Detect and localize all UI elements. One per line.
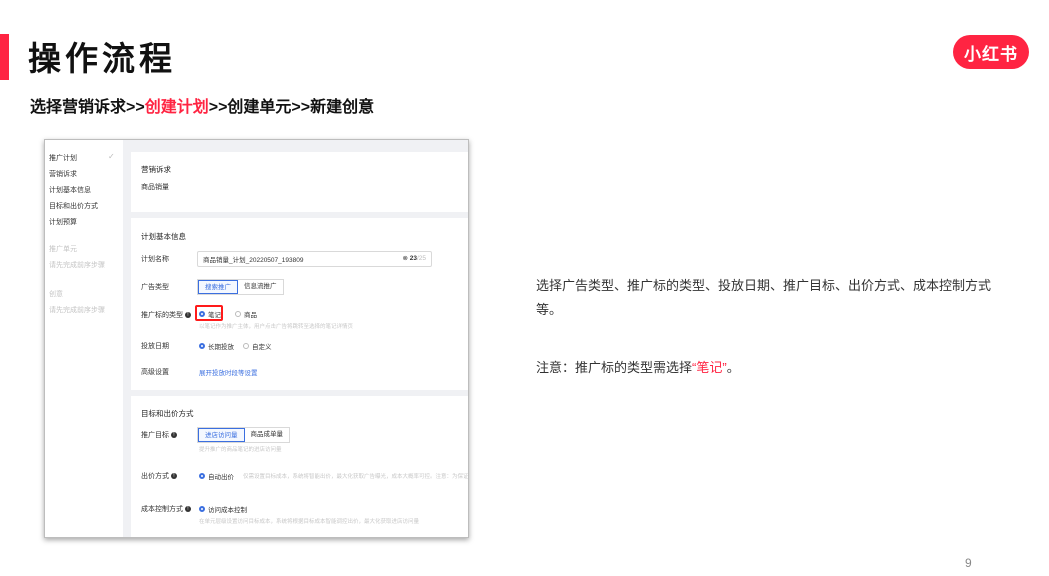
bid-hint: 仅需设置目标成本，系统将智能出价，最大化获取广告曝光，成本大概率可控。注意：为保… xyxy=(243,474,469,480)
step-description: 选择广告类型、推广标的类型、投放日期、推广目标、出价方式、成本控制方式等。 xyxy=(536,278,992,317)
nav-creative: 创意 xyxy=(49,291,63,298)
goal-label: 推广目标 ! xyxy=(141,430,177,440)
nav-creative-hint: 请先完成前序步骤 xyxy=(49,307,105,314)
cost-visit-radio[interactable]: 访问成本控制 xyxy=(199,504,247,514)
advanced-settings-link[interactable]: 展开投放时段等设置 xyxy=(199,367,258,377)
cost-control-label: 成本控制方式 ! xyxy=(141,504,191,514)
date-label: 投放日期 xyxy=(141,343,169,350)
marketing-panel: 营销诉求 商品销量 xyxy=(131,152,468,212)
bid-label: 出价方式 ! xyxy=(141,471,177,481)
cost-hint: 在单元层级设置访问目标成本，系统将根据目标成本智能调控出价，最大化获取进店访问量 xyxy=(199,519,420,525)
nav-goal-bid[interactable]: 目标和出价方式 xyxy=(49,201,98,211)
marketing-title: 营销诉求 xyxy=(141,165,171,174)
info-icon: ! xyxy=(184,506,191,513)
info-icon: ! xyxy=(184,312,191,319)
subtitle-highlight: 创建计划 xyxy=(144,99,209,116)
title-accent-bar xyxy=(0,34,9,80)
highlight-box xyxy=(195,305,223,321)
ad-type-feed[interactable]: 信息流推广 xyxy=(238,280,283,294)
plan-nav-sidebar: 推广计划 ✓ 营销诉求 计划基本信息 目标和出价方式 计划预算 推广单元 请先完… xyxy=(45,140,123,537)
goal-bid-panel: 目标和出价方式 xyxy=(131,396,468,537)
advanced-label: 高级设置 xyxy=(141,369,169,376)
info-icon: ! xyxy=(170,432,177,439)
xiaohongshu-logo: 小红书 xyxy=(953,35,1029,69)
plan-name-value: 商品销量_计划_20220507_193809 xyxy=(203,257,304,264)
goal-store-visits[interactable]: 进店访问量 xyxy=(198,428,245,442)
process-subtitle: 选择营销诉求>>创建计划>>创建单元>>新建创意 xyxy=(30,93,374,117)
plan-name-input[interactable]: 商品销量_计划_20220507_193809 ⊗ 23/25 xyxy=(197,251,432,267)
subtitle-step-1: 选择营销诉求>> xyxy=(30,99,145,116)
basic-info-panel: 计划基本信息 xyxy=(131,218,468,390)
check-icon: ✓ xyxy=(108,152,115,161)
page-title: 操作流程 xyxy=(28,40,176,77)
plan-name-counter: ⊗ 23/25 xyxy=(402,255,426,262)
ad-type-label: 广告类型 xyxy=(141,284,169,291)
date-long-radio[interactable]: 长期投放 xyxy=(199,341,234,351)
nav-marketing[interactable]: 营销诉求 xyxy=(49,169,77,179)
marketing-value: 商品销量 xyxy=(141,184,169,191)
nav-budget[interactable]: 计划预算 xyxy=(49,217,77,227)
page-number: 9 xyxy=(965,556,972,570)
nav-unit: 推广单元 xyxy=(49,246,77,253)
note-highlight: “笔记” xyxy=(692,360,727,375)
nav-basic-info[interactable]: 计划基本信息 xyxy=(49,185,91,195)
embedded-screenshot: 推广计划 ✓ 营销诉求 计划基本信息 目标和出价方式 计划预算 推广单元 请先完… xyxy=(44,139,469,538)
date-custom-radio[interactable]: 自定义 xyxy=(243,341,272,351)
step-note: 注意：推广标的类型需选择“笔记”。 xyxy=(536,360,740,375)
plan-name-label: 计划名称 xyxy=(141,256,169,263)
basic-info-title: 计划基本信息 xyxy=(141,232,186,241)
goal-hint: 提升推广的商品笔记的进店访问量 xyxy=(199,447,282,453)
nav-unit-hint: 请先完成前序步骤 xyxy=(49,262,105,269)
target-type-label: 推广标的类型 ! xyxy=(141,310,191,320)
goal-orders[interactable]: 商品成单量 xyxy=(245,428,290,442)
subtitle-step-rest: >>创建单元>>新建创意 xyxy=(208,99,375,116)
info-icon: ! xyxy=(170,473,177,480)
target-type-hint: 以笔记作为推广主体，用户点击广告将跳转至选择的笔记详情页 xyxy=(199,324,354,330)
ad-type-selector: 搜索推广 信息流推广 xyxy=(197,279,284,295)
target-type-goods-radio[interactable]: 商品 xyxy=(235,309,257,319)
nav-plan[interactable]: 推广计划 xyxy=(49,153,77,163)
goal-selector: 进店访问量 商品成单量 xyxy=(197,427,290,443)
goal-bid-title: 目标和出价方式 xyxy=(141,409,194,418)
bid-auto-radio[interactable]: 自动出价 xyxy=(199,471,234,481)
ad-type-search[interactable]: 搜索推广 xyxy=(198,280,238,294)
